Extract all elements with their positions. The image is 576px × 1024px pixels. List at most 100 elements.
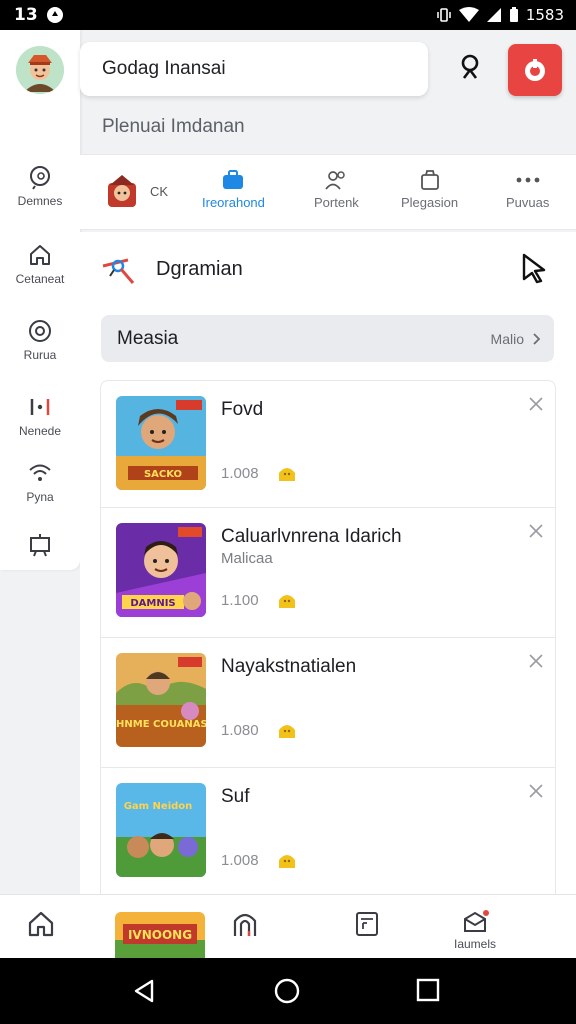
rail-item-pyna[interactable]: Pyna <box>0 460 80 504</box>
close-icon <box>529 397 543 411</box>
game-title: Fovd <box>221 399 264 420</box>
list-item[interactable]: DAMNIS Caluarlvnrena Idarich Malicaa 1.1… <box>100 507 556 637</box>
list-item[interactable]: SACKO Fovd 1.008 <box>100 380 556 507</box>
tab-label: Portenk <box>314 195 359 210</box>
rail-item-demnes[interactable]: Demnes <box>0 164 80 208</box>
bottom-nav-doc[interactable] <box>352 909 382 939</box>
back-button[interactable] <box>132 978 156 1009</box>
status-bar: 13 1583 <box>0 0 576 30</box>
game-title: Suf <box>221 786 250 807</box>
page-subtitle: Plenuai Imdanan <box>102 116 245 137</box>
more-dots-icon <box>516 177 540 183</box>
game-character-icon <box>108 175 136 207</box>
tools-icon <box>102 258 135 284</box>
rail-label: Rurua <box>23 348 57 362</box>
section-header: Dgramian <box>100 250 243 288</box>
home-icon <box>30 245 50 265</box>
game-title: Nayakstnatialen <box>221 656 357 677</box>
people-icon <box>325 171 346 190</box>
dismiss-button[interactable] <box>529 784 543 803</box>
game-meta: 1.008 <box>221 463 299 483</box>
filter-more-label: Malio <box>490 330 524 347</box>
cursor-icon[interactable] <box>520 252 548 289</box>
bottom-nav-mail[interactable]: Iaumels <box>454 909 496 951</box>
home-button[interactable] <box>274 978 300 1009</box>
promo-banner[interactable]: IVNOONG <box>115 912 205 958</box>
tab-portenk[interactable]: Portenk <box>314 169 359 210</box>
notification-icon <box>46 6 64 24</box>
tab-puvuas[interactable]: Puvuas <box>506 169 549 210</box>
bottom-nav-home[interactable] <box>26 909 56 939</box>
filter-bar[interactable]: Measia Malio <box>101 315 554 362</box>
rail-item-rurua[interactable]: Rurua <box>0 318 80 362</box>
rail-item-present[interactable] <box>0 532 80 558</box>
recents-button[interactable] <box>416 978 440 1007</box>
status-time: 13 <box>14 5 38 25</box>
tab-label: Puvuas <box>506 195 550 210</box>
tab-ck-label: CK <box>150 183 169 199</box>
game-meta: 1.080 <box>221 720 299 740</box>
wifi-status-icon <box>458 7 479 23</box>
game-count: 1.008 <box>221 464 259 482</box>
signal-icon <box>486 7 502 23</box>
tab-label: Ireorahond <box>202 195 265 210</box>
game-meta: 1.008 <box>221 850 299 870</box>
search-input[interactable]: Godag Inansai <box>80 42 428 96</box>
close-icon <box>529 524 543 538</box>
game-count: 1.080 <box>221 721 259 739</box>
dismiss-button[interactable] <box>529 654 543 673</box>
search-value: Godag Inansai <box>102 58 226 79</box>
game-thumbnail: DAMNIS <box>116 523 206 617</box>
chevron-right-icon <box>533 332 540 345</box>
tab-plegasion[interactable]: Plegasion <box>401 169 458 210</box>
home-icon <box>28 911 54 937</box>
search-chat-icon <box>30 166 50 190</box>
briefcase-icon <box>223 170 244 189</box>
recents-square-icon <box>416 978 440 1002</box>
list-item[interactable]: IHNME COUANAS Nayakstnatialen 1.080 <box>100 637 556 767</box>
battery-icon <box>509 7 519 23</box>
thumb-text: SACKO <box>144 469 182 480</box>
back-triangle-icon <box>134 979 154 1003</box>
filter-more-link[interactable]: Malio <box>491 331 540 347</box>
game-count: 1.100 <box>221 591 259 609</box>
thumb-text: Gam Neidon <box>124 801 193 812</box>
filter-title: Measia <box>117 327 179 349</box>
game-thumbnail: SACKO <box>116 396 206 490</box>
arch-icon <box>233 913 257 936</box>
at-sign-icon <box>29 320 51 342</box>
avatar[interactable] <box>16 46 64 94</box>
game-title: Caluarlvnrena Idarich <box>221 526 402 547</box>
game-meta: 1.100 <box>221 590 299 610</box>
rail-label: Pyna <box>26 490 54 504</box>
box-icon <box>420 170 439 190</box>
close-icon <box>529 654 543 668</box>
game-thumbnail: IHNME COUANAS <box>116 653 206 747</box>
tab-label: Plegasion <box>401 195 459 210</box>
game-thumbnail: Gam Neidon <box>116 783 206 877</box>
bottom-nav-label: Iaumels <box>454 937 497 951</box>
rail-item-cetaneat[interactable]: Cetaneat <box>0 242 80 286</box>
promo-text: IVNOONG <box>128 928 192 942</box>
split-icon <box>30 399 50 415</box>
location-pin-icon[interactable] <box>456 52 484 82</box>
power-icon <box>525 59 545 81</box>
thumb-text: DAMNIS <box>130 598 175 609</box>
bottom-nav-arch[interactable] <box>230 909 260 939</box>
dismiss-button[interactable] <box>529 524 543 543</box>
record-button[interactable] <box>508 44 562 96</box>
wifi-icon <box>29 464 51 481</box>
dismiss-button[interactable] <box>529 397 543 416</box>
game-count: 1.008 <box>221 851 259 869</box>
tab-ck[interactable]: CK <box>104 173 168 209</box>
left-rail: Demnes Cetaneat Rurua Nenede Pyna <box>0 30 80 570</box>
rail-item-nenede[interactable]: Nenede <box>0 394 80 438</box>
coin-icon <box>278 595 295 608</box>
coin-icon <box>278 855 295 868</box>
present-icon <box>30 534 50 557</box>
game-list: SACKO Fovd 1.008 DAMNIS Caluarlvnrena Id… <box>100 380 556 897</box>
rail-label: Cetaneat <box>15 272 65 286</box>
list-item[interactable]: Gam Neidon Suf 1.008 <box>100 767 556 897</box>
tab-ireorahond[interactable]: Ireorahond <box>202 169 265 210</box>
doc-icon <box>356 912 378 936</box>
